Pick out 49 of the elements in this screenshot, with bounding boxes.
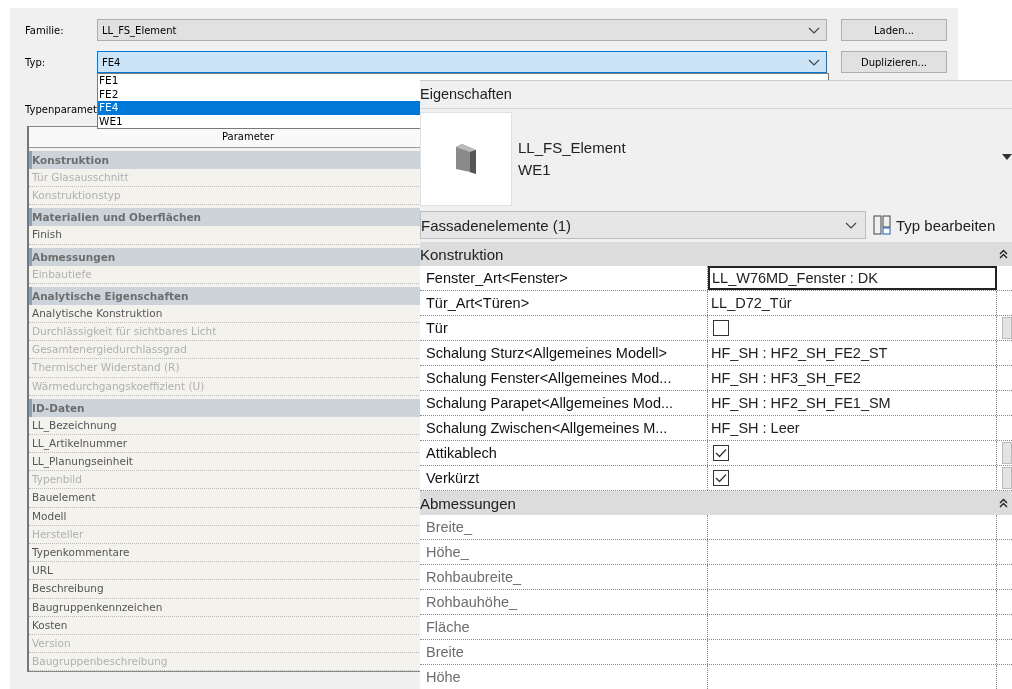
parameter-name: Breite: [420, 640, 708, 664]
chevron-down-icon: [808, 26, 820, 34]
family-dropdown[interactable]: LL_FS_Element: [97, 19, 827, 41]
parameter-name: Attikablech: [420, 441, 708, 465]
row-handle[interactable]: [1002, 467, 1012, 489]
parameter-name: Höhe: [420, 665, 708, 689]
parameter-name: Breite_: [420, 515, 708, 539]
load-button[interactable]: Laden...: [841, 19, 947, 41]
field-label: Typ:: [25, 56, 47, 68]
caret-down-icon: [1002, 154, 1012, 160]
value-field[interactable]: HF_SH : HF2_SH_FE2_ST: [708, 341, 997, 365]
row-handle[interactable]: [1002, 442, 1012, 464]
category-dropdown[interactable]: Fassadenelemente (1): [420, 211, 866, 239]
chevron-down-icon: [808, 58, 820, 66]
parameter-name: Fläche: [420, 615, 708, 639]
chevron-down-icon: [845, 221, 857, 229]
check-icon: [715, 448, 727, 458]
check-icon: [715, 473, 727, 483]
duplicate-button[interactable]: Duplizieren...: [841, 51, 947, 73]
group-header[interactable]: Abmessungen: [420, 491, 1012, 515]
parameter-name: Schalung Zwischen<Allgemeines M...: [420, 416, 708, 440]
checkbox[interactable]: [713, 470, 729, 486]
panel-title: Eigenschaften: [420, 81, 1012, 109]
parameter-name: Tür_Art<Türen>: [420, 291, 708, 315]
type-name: WE1: [518, 159, 552, 180]
parameter-name: Verkürzt: [420, 466, 708, 490]
parameter-name: Höhe_: [420, 540, 708, 564]
parameter-name: Rohbaubreite_: [420, 565, 708, 589]
parameter-name: Schalung Sturz<Allgemeines Modell>: [420, 341, 708, 365]
section-label: Typenparamet: [25, 104, 97, 115]
parameter-name: Fenster_Art<Fenster>: [420, 266, 708, 290]
slab-icon: [454, 142, 478, 175]
value-field[interactable]: LL_W76MD_Fenster : DK: [708, 266, 997, 290]
checkbox[interactable]: [713, 320, 729, 336]
parameter-name: Schalung Parapet<Allgemeines Mod...: [420, 391, 708, 415]
row-handle[interactable]: [1002, 317, 1012, 339]
parameter-name: Tür: [420, 316, 708, 340]
value-field[interactable]: HF_SH : Leer: [708, 416, 997, 440]
checkbox[interactable]: [713, 445, 729, 461]
field-label: Familie:: [25, 24, 65, 36]
panels-icon: [873, 215, 891, 235]
parameter-name: Rohbauhöhe_: [420, 590, 708, 614]
edit-type-button[interactable]: Typ bearbeiten: [870, 211, 999, 239]
family-name: LL_FS_Element: [518, 137, 626, 158]
value-field[interactable]: HF_SH : HF3_SH_FE2: [708, 366, 997, 390]
parameter-name: Schalung Fenster<Allgemeines Mod...: [420, 366, 708, 390]
value-field[interactable]: LL_D72_Tür: [708, 291, 997, 315]
group-header[interactable]: Konstruktion: [420, 242, 1012, 266]
value-field[interactable]: HF_SH : HF2_SH_FE1_SM: [708, 391, 997, 415]
